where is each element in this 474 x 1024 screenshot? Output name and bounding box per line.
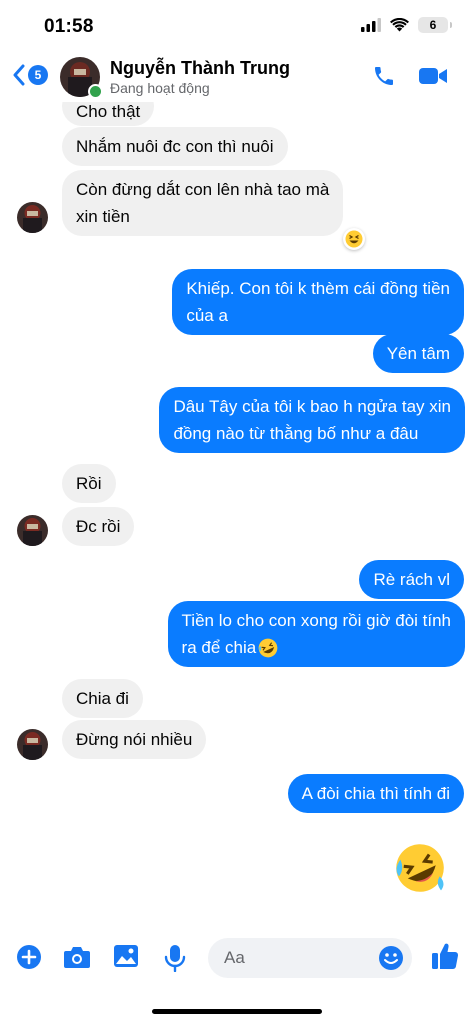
conversation-header: 5 Nguyễn Thành Trung Đang hoạt động	[0, 50, 474, 102]
plus-circle-icon	[17, 945, 41, 969]
camera-icon	[64, 947, 90, 968]
outgoing-message[interactable]: A đòi chia thì tính đi	[287, 774, 464, 813]
incoming-message[interactable]: Còn đừng dắt con lên nhà tao mà xin tiền	[62, 170, 344, 236]
gallery-button[interactable]	[113, 944, 139, 973]
battery-icon: 6	[418, 17, 452, 33]
audio-call-button[interactable]	[372, 64, 396, 93]
message-reaction[interactable]	[343, 228, 365, 250]
incoming-message[interactable]: Đừng nói nhiều	[62, 720, 207, 759]
message-line: ra để chia	[182, 634, 451, 661]
message-line: đồng nào từ thằng bố như a đâu	[173, 424, 419, 443]
status-time: 01:58	[44, 16, 94, 37]
message-line-text: ra để chia	[181, 638, 257, 657]
large-emoji-message[interactable]	[392, 840, 448, 901]
online-indicator	[88, 84, 103, 99]
incoming-message[interactable]: Rồi	[62, 464, 116, 503]
contact-avatar-small[interactable]	[17, 515, 48, 546]
contact-name[interactable]: Nguyễn Thành Trung	[110, 58, 290, 79]
incoming-message[interactable]: Nhắm nuôi đc con thì nuôi	[62, 127, 288, 166]
video-camera-icon	[419, 68, 447, 84]
thumbs-up-icon	[432, 943, 459, 969]
message-line: Còn đừng dắt con lên nhà tao mà	[76, 180, 330, 199]
status-icons: 6	[361, 17, 452, 33]
signal-icon	[361, 18, 381, 32]
microphone-icon	[164, 945, 186, 973]
unread-badge: 5	[28, 65, 48, 85]
message-line: Dâu Tây của tôi k bao h ngửa tay xin	[173, 397, 451, 416]
voice-clip-button[interactable]	[164, 944, 186, 977]
status-bar: 01:58 6	[0, 0, 474, 52]
chevron-left-icon	[13, 64, 25, 86]
message-line: của a	[186, 306, 228, 325]
phone-icon	[375, 67, 393, 85]
smiley-icon	[379, 946, 403, 970]
grinning-squint-face-icon	[345, 230, 363, 248]
rofl-face-icon	[396, 844, 444, 892]
rofl-face-icon	[258, 638, 278, 657]
camera-button[interactable]	[63, 944, 91, 975]
contact-avatar-small[interactable]	[17, 202, 48, 233]
outgoing-message[interactable]: Khiếp. Con tôi k thèm cái đồng tiền của …	[172, 269, 464, 335]
video-call-button[interactable]	[418, 65, 448, 92]
like-button[interactable]	[431, 941, 459, 976]
outgoing-message[interactable]: Rè rách vl	[359, 560, 464, 599]
incoming-message[interactable]: Chia đi	[62, 679, 143, 718]
outgoing-message[interactable]: Dâu Tây của tôi k bao h ngửa tay xin đồn…	[159, 387, 465, 453]
message-line: Tiền lo cho con xong rồi giờ đòi tính	[181, 611, 451, 630]
incoming-message[interactable]: Đc rồi	[62, 507, 135, 546]
wifi-icon	[390, 18, 409, 32]
contact-status: Đang hoạt động	[110, 80, 210, 96]
emoji-button[interactable]	[378, 945, 404, 976]
message-line: Khiếp. Con tôi k thèm cái đồng tiền	[186, 279, 450, 298]
message-line: xin tiền	[76, 207, 130, 226]
outgoing-message[interactable]: Tiền lo cho con xong rồi giờ đòi tính ra…	[167, 601, 465, 667]
message-composer	[0, 928, 474, 990]
more-actions-button[interactable]	[16, 944, 42, 975]
image-icon	[114, 945, 138, 967]
outgoing-message[interactable]: Yên tâm	[372, 334, 464, 373]
contact-avatar-small[interactable]	[17, 729, 48, 760]
back-button[interactable]: 5	[12, 64, 48, 86]
home-indicator	[152, 1009, 322, 1014]
